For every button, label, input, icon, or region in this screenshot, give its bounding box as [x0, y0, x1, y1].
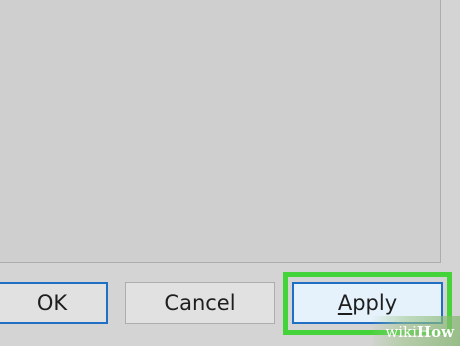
watermark-text: wikiHow	[385, 323, 454, 341]
cancel-button[interactable]: Cancel	[125, 282, 275, 324]
dialog-content-area	[0, 0, 441, 263]
cancel-button-label: Cancel	[164, 291, 236, 315]
watermark-part1: wiki	[385, 323, 417, 341]
apply-button-label: Apply	[338, 291, 397, 315]
ok-button-label: OK	[36, 291, 68, 315]
apply-label-rest: pply	[352, 291, 398, 315]
ok-button[interactable]: OK	[0, 282, 108, 324]
wikihow-watermark: wikiHow	[372, 316, 460, 346]
apply-accesskey: A	[337, 291, 353, 315]
watermark-part2: How	[416, 323, 454, 341]
